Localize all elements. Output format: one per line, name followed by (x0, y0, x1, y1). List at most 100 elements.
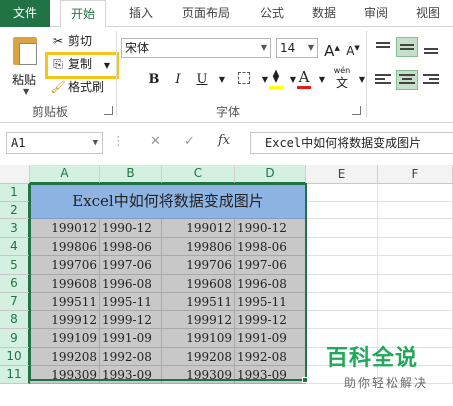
align-center-button[interactable] (396, 70, 418, 90)
empty-cell[interactable] (306, 311, 378, 329)
tab-file[interactable]: 文件 (0, 0, 50, 27)
table-cell[interactable]: 199109 (162, 329, 235, 348)
empty-cell[interactable] (378, 256, 453, 275)
name-box[interactable]: A1 ▼ (6, 132, 103, 154)
font-name-combo[interactable]: 宋体 ▼ (121, 38, 271, 58)
empty-cell[interactable] (306, 293, 378, 311)
font-size-combo[interactable]: 14 ▼ (276, 38, 318, 58)
row-header[interactable]: 11 (0, 366, 30, 384)
empty-cell[interactable] (378, 293, 453, 311)
align-left-button[interactable] (372, 70, 394, 90)
table-cell[interactable]: 1992-08 (100, 348, 162, 366)
table-cell[interactable]: 199309 (162, 366, 235, 384)
row-header[interactable]: 3 (0, 219, 30, 238)
empty-cell[interactable] (306, 202, 378, 219)
font-launcher-icon[interactable] (352, 106, 361, 115)
table-cell[interactable]: 1998-06 (235, 238, 306, 256)
table-cell[interactable]: 199608 (162, 275, 235, 293)
table-cell[interactable]: 199208 (30, 348, 100, 366)
table-cell[interactable]: 199912 (30, 311, 100, 329)
empty-cell[interactable] (306, 275, 378, 293)
tab-page-layout[interactable]: 页面布局 (174, 0, 238, 27)
row-header[interactable]: 2 (0, 202, 30, 219)
empty-cell[interactable] (378, 219, 453, 238)
tab-review[interactable]: 审阅 (356, 0, 396, 27)
tab-formulas[interactable]: 公式 (252, 0, 292, 27)
table-cell[interactable]: 1996-08 (235, 275, 306, 293)
row-header[interactable]: 8 (0, 311, 30, 329)
tab-view[interactable]: 视图 (408, 0, 448, 27)
table-cell[interactable]: 1996-08 (100, 275, 162, 293)
row-header[interactable]: 10 (0, 348, 30, 366)
table-cell[interactable]: 199511 (30, 293, 100, 311)
column-header-d[interactable]: D (235, 165, 306, 184)
underline-dropdown-icon[interactable]: ▼ (212, 70, 232, 90)
phonetic-dropdown-icon[interactable]: ▼ (352, 70, 372, 90)
fill-handle[interactable] (302, 377, 308, 383)
format-painter-button[interactable]: 🖌 格式刷 (50, 77, 104, 97)
empty-cell[interactable] (306, 238, 378, 256)
insert-function-button[interactable]: fx (218, 133, 230, 148)
cut-button[interactable]: ✂ 剪切 (50, 31, 92, 51)
column-header-c[interactable]: C (162, 165, 235, 184)
table-cell[interactable]: 199511 (162, 293, 235, 311)
chevron-down-icon[interactable]: ▼ (23, 87, 29, 96)
font-color-button[interactable]: A (294, 67, 314, 89)
table-cell[interactable]: 1993-09 (235, 366, 306, 384)
empty-cell[interactable] (378, 202, 453, 219)
column-header-f[interactable]: F (378, 165, 453, 184)
table-cell[interactable]: 1991-09 (100, 329, 162, 348)
row-header[interactable]: 1 (0, 184, 30, 202)
italic-button[interactable]: I (168, 70, 188, 90)
table-cell[interactable]: 1998-06 (100, 238, 162, 256)
tab-insert[interactable]: 插入 (120, 0, 162, 27)
table-cell[interactable]: 1992-08 (235, 348, 306, 366)
table-cell[interactable]: 1999-12 (235, 311, 306, 329)
row-header[interactable]: 4 (0, 238, 30, 256)
empty-cell[interactable] (306, 256, 378, 275)
column-header-a[interactable]: A (30, 165, 100, 184)
title-cell[interactable]: Excel中如何将数据变成图片 (30, 184, 306, 219)
table-cell[interactable]: 199309 (30, 366, 100, 384)
table-cell[interactable]: 1997-06 (100, 256, 162, 275)
grow-font-button[interactable]: A▲ (322, 38, 342, 60)
empty-cell[interactable] (378, 184, 453, 202)
select-all-corner[interactable] (0, 165, 30, 184)
table-cell[interactable]: 1995-11 (100, 293, 162, 311)
table-cell[interactable]: 199806 (162, 238, 235, 256)
table-cell[interactable]: 1990-12 (235, 219, 306, 238)
empty-cell[interactable] (306, 219, 378, 238)
paste-button[interactable]: 粘贴 ▼ (6, 33, 44, 97)
table-cell[interactable]: 199109 (30, 329, 100, 348)
cancel-icon[interactable]: ✕ (150, 134, 161, 149)
row-header[interactable]: 6 (0, 275, 30, 293)
table-cell[interactable]: 199608 (30, 275, 100, 293)
row-header[interactable]: 9 (0, 329, 30, 348)
empty-cell[interactable] (306, 184, 378, 202)
table-cell[interactable]: 199208 (162, 348, 235, 366)
table-cell[interactable]: 199806 (30, 238, 100, 256)
tab-home[interactable]: 开始 (60, 0, 106, 28)
tab-data[interactable]: 数据 (304, 0, 344, 27)
row-header[interactable]: 7 (0, 293, 30, 311)
table-cell[interactable]: 199706 (162, 256, 235, 275)
column-header-e[interactable]: E (306, 165, 378, 184)
empty-cell[interactable] (378, 275, 453, 293)
formula-input[interactable]: Excel中如何将数据变成图片 (250, 132, 453, 154)
table-cell[interactable]: 199706 (30, 256, 100, 275)
font-color-dropdown-icon[interactable]: ▼ (312, 70, 332, 90)
empty-cell[interactable] (378, 238, 453, 256)
empty-cell[interactable] (378, 311, 453, 329)
table-cell[interactable]: 199012 (162, 219, 235, 238)
table-cell[interactable]: 199912 (162, 311, 235, 329)
table-cell[interactable]: 1995-11 (235, 293, 306, 311)
clipboard-launcher-icon[interactable] (104, 106, 113, 115)
table-cell[interactable]: 1991-09 (235, 329, 306, 348)
align-right-button[interactable] (420, 70, 442, 90)
table-cell[interactable]: 1999-12 (100, 311, 162, 329)
table-cell[interactable]: 1993-09 (100, 366, 162, 384)
align-top-button[interactable] (372, 37, 394, 57)
phonetic-button[interactable]: wén 文 (330, 65, 354, 93)
table-cell[interactable]: 1997-06 (235, 256, 306, 275)
align-bottom-button[interactable] (420, 37, 442, 57)
